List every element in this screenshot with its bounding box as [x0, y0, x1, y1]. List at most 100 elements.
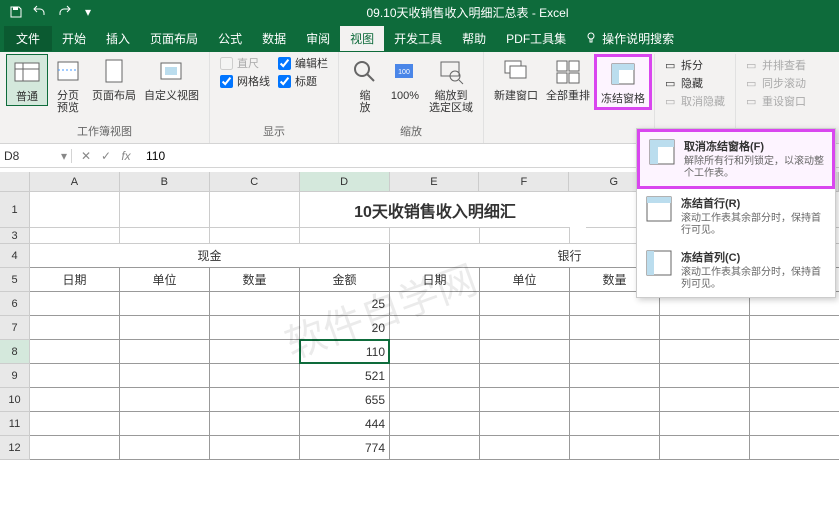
- unhide-button: ▭取消隐藏: [661, 92, 729, 110]
- cell[interactable]: 单位: [120, 268, 210, 292]
- menu-formulas[interactable]: 公式: [208, 26, 252, 51]
- freeze-panes-dropdown: 取消冻结窗格(F) 解除所有行和列锁定，以滚动整个工作表。 冻结首行(R) 滚动…: [636, 128, 836, 298]
- ruler-checkbox: 直尺: [216, 54, 274, 72]
- menu-review[interactable]: 审阅: [296, 26, 340, 51]
- zoom-selection-icon: [435, 56, 467, 88]
- undo-icon[interactable]: [30, 2, 50, 22]
- freeze-panes-button[interactable]: 冻结窗格: [594, 54, 652, 110]
- select-all-corner[interactable]: [0, 172, 30, 192]
- cell[interactable]: 单位: [480, 268, 570, 292]
- row-header[interactable]: 4: [0, 244, 30, 268]
- name-box[interactable]: D8▾: [0, 149, 72, 163]
- cell[interactable]: 金额: [300, 268, 390, 292]
- normal-view-icon: [11, 57, 43, 89]
- page-layout-icon: [98, 56, 130, 88]
- window-title: 09.10天收销售收入明细汇总表 - Excel: [100, 4, 835, 21]
- zoom-icon: [349, 56, 381, 88]
- menu-insert[interactable]: 插入: [96, 26, 140, 51]
- menu-data[interactable]: 数据: [252, 26, 296, 51]
- page-layout-button[interactable]: 页面布局: [88, 54, 140, 104]
- row-header[interactable]: 12: [0, 436, 30, 460]
- redo-icon[interactable]: [54, 2, 74, 22]
- cell[interactable]: 655: [300, 388, 390, 412]
- menu-view[interactable]: 视图: [340, 26, 384, 51]
- sync-scroll-button: ▭同步滚动: [742, 74, 810, 92]
- row-header[interactable]: 6: [0, 292, 30, 316]
- unfreeze-panes-item[interactable]: 取消冻结窗格(F) 解除所有行和列锁定，以滚动整个工作表。: [637, 129, 835, 189]
- formula-bar-checkbox[interactable]: 编辑栏: [274, 54, 332, 72]
- headings-checkbox[interactable]: 标题: [274, 72, 332, 90]
- cell[interactable]: 774: [300, 436, 390, 460]
- col-header[interactable]: C: [210, 172, 300, 192]
- row-header[interactable]: 3: [0, 228, 30, 244]
- freeze-first-col-icon: [645, 249, 673, 277]
- custom-views-button[interactable]: 自定义视图: [140, 54, 203, 104]
- normal-view-button[interactable]: 普通: [6, 54, 48, 106]
- row-header[interactable]: 9: [0, 364, 30, 388]
- ribbon-group-zoom: 缩 放 100 100% 缩放到 选定区域 缩放: [339, 52, 484, 143]
- freeze-top-row-item[interactable]: 冻结首行(R) 滚动工作表其余部分时，保持首行可见。: [637, 189, 835, 243]
- tell-me-search[interactable]: 操作说明搜索: [584, 30, 674, 47]
- customize-qat-icon[interactable]: ▾: [78, 2, 98, 22]
- ribbon-group-workbook-views: 普通 分页 预览 页面布局 自定义视图 工作簿视图: [0, 52, 210, 143]
- menu-page-layout[interactable]: 页面布局: [140, 26, 208, 51]
- cancel-formula-icon: ✕: [76, 149, 96, 163]
- col-header[interactable]: F: [479, 172, 569, 192]
- cell[interactable]: 日期: [30, 268, 120, 292]
- arrange-all-button[interactable]: 全部重排: [542, 54, 594, 104]
- row-header[interactable]: 7: [0, 316, 30, 340]
- freeze-top-row-icon: [645, 195, 673, 223]
- freeze-first-column-item[interactable]: 冻结首列(C) 滚动工作表其余部分时，保持首列可见。: [637, 243, 835, 297]
- new-window-icon: [500, 56, 532, 88]
- menu-home[interactable]: 开始: [52, 26, 96, 51]
- svg-text:100: 100: [398, 69, 410, 76]
- view-side-by-side-button: ▭并排查看: [742, 56, 810, 74]
- arrange-all-icon: [552, 56, 584, 88]
- cell[interactable]: [30, 192, 120, 228]
- custom-views-icon: [156, 56, 188, 88]
- fx-icon[interactable]: fx: [116, 149, 136, 163]
- zoom-100-icon: 100: [389, 56, 421, 88]
- cell[interactable]: 444: [300, 412, 390, 436]
- zoom-button[interactable]: 缩 放: [345, 54, 385, 116]
- unfreeze-icon: [648, 138, 676, 166]
- menu-pdf[interactable]: PDF工具集: [496, 26, 576, 51]
- gridlines-checkbox[interactable]: 网格线: [216, 72, 274, 90]
- title-bar: ▾ 09.10天收销售收入明细汇总表 - Excel: [0, 0, 839, 24]
- col-header[interactable]: D: [300, 172, 390, 192]
- cell[interactable]: 110: [300, 340, 390, 364]
- row-header[interactable]: 5: [0, 268, 30, 292]
- page-break-button[interactable]: 分页 预览: [48, 54, 88, 116]
- row-header[interactable]: 11: [0, 412, 30, 436]
- cell[interactable]: 数量: [210, 268, 300, 292]
- row-header[interactable]: 8: [0, 340, 30, 364]
- title-cell[interactable]: 10天收销售收入明细汇: [300, 192, 570, 228]
- save-icon[interactable]: [6, 2, 26, 22]
- row-header[interactable]: 10: [0, 388, 30, 412]
- cell[interactable]: 20: [300, 316, 390, 340]
- lightbulb-icon: [584, 31, 598, 45]
- col-header[interactable]: E: [390, 172, 480, 192]
- menu-bar: 文件 开始 插入 页面布局 公式 数据 审阅 视图 开发工具 帮助 PDF工具集…: [0, 24, 839, 52]
- menu-help[interactable]: 帮助: [452, 26, 496, 51]
- hide-button[interactable]: ▭隐藏: [661, 74, 729, 92]
- reset-window-button: ▭重设窗口: [742, 92, 810, 110]
- freeze-panes-icon: [607, 59, 639, 91]
- page-break-icon: [52, 56, 84, 88]
- zoom-selection-button[interactable]: 缩放到 选定区域: [425, 54, 477, 116]
- cell[interactable]: 日期: [390, 268, 480, 292]
- row-headers: 1 3 4 5 6 7 8 9 10 11 12: [0, 192, 30, 460]
- cell[interactable]: 521: [300, 364, 390, 388]
- cell[interactable]: 现金: [30, 244, 390, 268]
- new-window-button[interactable]: 新建窗口: [490, 54, 542, 104]
- cell[interactable]: 25: [300, 292, 390, 316]
- split-button[interactable]: ▭拆分: [661, 56, 729, 74]
- zoom-100-button[interactable]: 100 100%: [385, 54, 425, 104]
- menu-developer[interactable]: 开发工具: [384, 26, 452, 51]
- col-header[interactable]: A: [30, 172, 120, 192]
- menu-file[interactable]: 文件: [4, 26, 52, 51]
- ribbon-group-show: 直尺 网格线 编辑栏 标题 显示: [210, 52, 339, 143]
- row-header[interactable]: 1: [0, 192, 30, 228]
- col-header[interactable]: B: [120, 172, 210, 192]
- enter-formula-icon: ✓: [96, 149, 116, 163]
